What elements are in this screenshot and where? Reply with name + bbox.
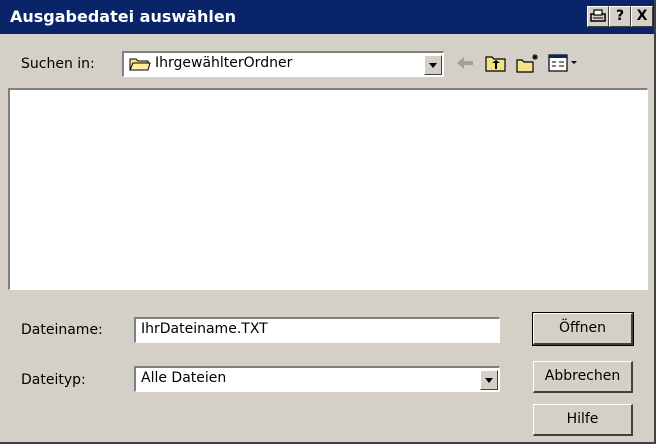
file-dialog: Ausgabedatei auswählen ? X Suchen in: Ih… <box>0 0 656 444</box>
filetype-label: Dateityp: <box>21 372 86 388</box>
filename-value: IhrDateiname.TXT <box>141 321 268 337</box>
print-icon[interactable] <box>587 6 609 27</box>
filename-input[interactable]: IhrDateiname.TXT <box>134 317 500 343</box>
title-bar: Ausgabedatei auswählen ? X <box>0 0 654 34</box>
filename-label: Dateiname: <box>21 322 103 338</box>
view-menu-icon[interactable] <box>547 52 581 74</box>
file-list[interactable] <box>8 88 648 290</box>
cancel-button[interactable]: Abbrechen <box>533 361 633 393</box>
folder-icon <box>129 56 151 76</box>
help-title-button[interactable]: ? <box>609 6 631 27</box>
filetype-combobox[interactable]: Alle Dateien <box>134 366 500 392</box>
window-title: Ausgabedatei auswählen <box>10 7 237 26</box>
close-title-button[interactable]: X <box>631 6 653 27</box>
help-button[interactable]: Hilfe <box>533 404 633 436</box>
lookin-dropdown-arrow[interactable] <box>424 55 442 75</box>
lookin-combobox[interactable]: IhrgewählterOrdner <box>122 51 444 77</box>
lookin-value: IhrgewählterOrdner <box>155 55 293 71</box>
open-button[interactable]: Öffnen <box>532 312 634 346</box>
up-folder-icon[interactable] <box>484 52 508 74</box>
filetype-value: Alle Dateien <box>141 370 227 386</box>
back-arrow-icon[interactable] <box>453 52 477 74</box>
filetype-dropdown-arrow[interactable] <box>480 370 498 390</box>
lookin-label: Suchen in: <box>21 56 95 72</box>
new-folder-icon[interactable] <box>515 52 539 74</box>
